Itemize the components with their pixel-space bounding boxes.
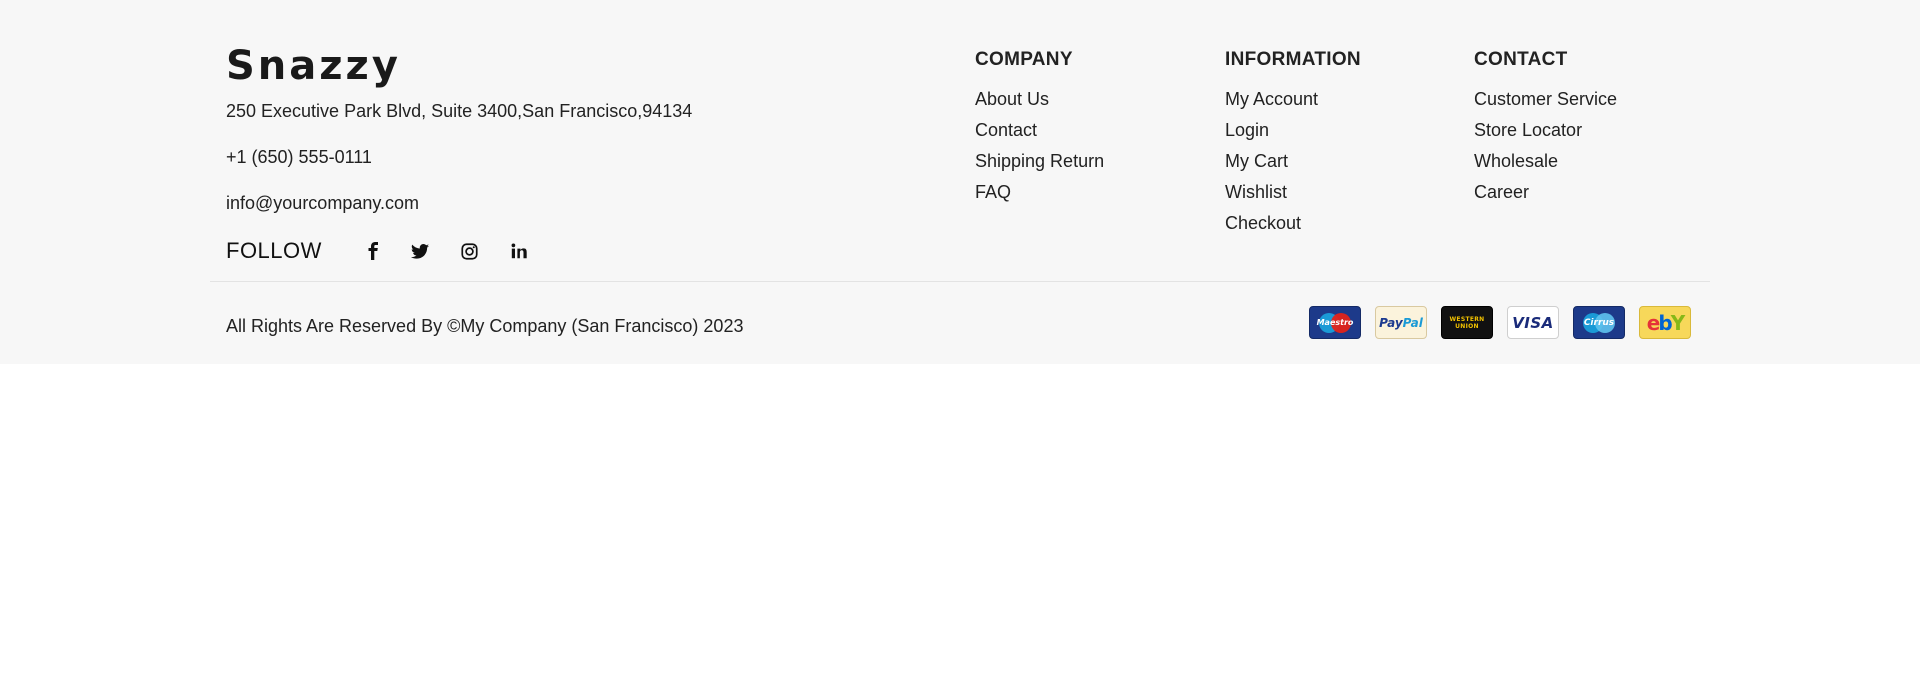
email-text[interactable]: info@yourcompany.com: [226, 191, 419, 215]
wholesale-link[interactable]: Wholesale: [1474, 151, 1558, 171]
payment-methods: Maestro PayPal WESTERN UNION VISA Cirrus …: [1309, 306, 1691, 339]
contact-column: CONTACT Customer Service Store Locator W…: [1474, 48, 1617, 212]
visa-label: VISA: [1512, 313, 1554, 332]
address-text: 250 Executive Park Blvd, Suite 3400,San …: [226, 101, 693, 121]
customer-service-link[interactable]: Customer Service: [1474, 89, 1617, 109]
information-links: My Account Login My Cart Wishlist Checko…: [1225, 88, 1361, 243]
career-link[interactable]: Career: [1474, 182, 1529, 202]
shipping-return-link[interactable]: Shipping Return: [975, 151, 1104, 171]
paypal-label-a: Pay: [1379, 315, 1403, 330]
site-footer: Snazzy 250 Executive Park Blvd, Suite 34…: [0, 0, 1920, 364]
about-us-link[interactable]: About Us: [975, 89, 1049, 109]
phone-text[interactable]: +1 (650) 555-0111: [226, 145, 372, 169]
follow-label: FOLLOW: [226, 238, 322, 263]
contact-link[interactable]: Contact: [975, 120, 1037, 140]
western-union-label-2: UNION: [1455, 322, 1479, 330]
my-account-link[interactable]: My Account: [1225, 89, 1318, 109]
visa-card-icon: VISA: [1507, 306, 1559, 339]
contact-links: Customer Service Store Locator Wholesale…: [1474, 88, 1617, 212]
cirrus-label: Cirrus: [1583, 317, 1615, 328]
western-union-card-icon: WESTERN UNION: [1441, 306, 1493, 339]
company-links: About Us Contact Shipping Return FAQ: [975, 88, 1104, 212]
wishlist-link[interactable]: Wishlist: [1225, 182, 1287, 202]
ebay-letter-e: e: [1646, 310, 1661, 335]
faq-link[interactable]: FAQ: [975, 182, 1011, 202]
paypal-label-b: Pal: [1402, 315, 1423, 330]
login-link[interactable]: Login: [1225, 120, 1269, 140]
ebay-card-icon: ebY: [1639, 306, 1691, 339]
store-locator-link[interactable]: Store Locator: [1474, 120, 1582, 140]
company-column: COMPANY About Us Contact Shipping Return…: [975, 48, 1104, 212]
contact-column-title: CONTACT: [1474, 49, 1568, 70]
paypal-card-icon: PayPal: [1375, 306, 1427, 339]
facebook-icon[interactable]: [360, 238, 386, 264]
brand-logo[interactable]: Snazzy: [226, 44, 401, 88]
twitter-icon[interactable]: [407, 238, 433, 264]
checkout-link[interactable]: Checkout: [1225, 213, 1301, 233]
ebay-letter-b: b: [1658, 310, 1672, 335]
maestro-label: Maestro: [1316, 318, 1354, 327]
cirrus-card-icon: Cirrus: [1573, 306, 1625, 339]
information-column-title: INFORMATION: [1225, 49, 1361, 70]
linkedin-icon[interactable]: [506, 238, 532, 264]
ebay-letter-y: Y: [1670, 310, 1686, 335]
maestro-card-icon: Maestro: [1309, 306, 1361, 339]
instagram-icon[interactable]: [456, 238, 482, 264]
information-column: INFORMATION My Account Login My Cart Wis…: [1225, 48, 1361, 243]
my-cart-link[interactable]: My Cart: [1225, 151, 1288, 171]
company-column-title: COMPANY: [975, 49, 1073, 70]
footer-divider: [210, 281, 1710, 282]
western-union-label-1: WESTERN: [1449, 315, 1485, 323]
copyright-text: All Rights Are Reserved By ©My Company (…: [226, 316, 744, 336]
